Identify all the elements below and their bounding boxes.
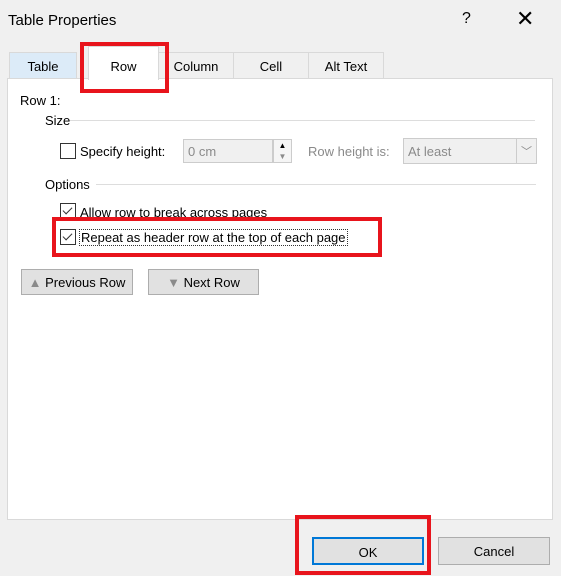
allow-break-checkbox[interactable] bbox=[60, 203, 76, 219]
height-spinner[interactable]: ▲ ▼ bbox=[273, 139, 292, 163]
specify-height-checkbox[interactable] bbox=[60, 143, 76, 159]
previous-row-button[interactable]: ▲ Previous Row bbox=[21, 269, 133, 295]
dialog-title: Table Properties bbox=[8, 12, 117, 29]
repeat-header-checkbox[interactable] bbox=[60, 229, 76, 245]
ok-button[interactable]: OK bbox=[312, 537, 424, 565]
triangle-down-icon: ▼ bbox=[167, 275, 180, 290]
tab-cell[interactable]: Cell bbox=[233, 52, 309, 79]
divider bbox=[96, 184, 536, 185]
tab-alt-text[interactable]: Alt Text bbox=[308, 52, 384, 79]
next-row-button[interactable]: ▼ Next Row bbox=[148, 269, 259, 295]
cancel-button[interactable]: Cancel bbox=[438, 537, 550, 565]
tab-row[interactable]: Row bbox=[88, 46, 159, 80]
options-group-label: Options bbox=[45, 177, 90, 192]
close-button[interactable]: ✕ bbox=[516, 6, 534, 32]
row-heading: Row 1: bbox=[20, 93, 61, 108]
chevron-down-icon[interactable]: ﹀ bbox=[516, 139, 536, 163]
specify-height-label: Specify height: bbox=[80, 144, 166, 159]
tab-table[interactable]: Table bbox=[9, 52, 77, 79]
triangle-up-icon: ▲ bbox=[28, 275, 42, 290]
help-button[interactable]: ? bbox=[462, 10, 471, 28]
row-height-select[interactable]: At least ﹀ bbox=[403, 138, 537, 164]
repeat-header-label: Repeat as header row at the top of each … bbox=[79, 229, 348, 246]
allow-break-label: Allow row to break across pages bbox=[80, 205, 268, 220]
row-height-is-label: Row height is: bbox=[308, 144, 390, 159]
size-group-label: Size bbox=[45, 113, 71, 128]
height-input[interactable]: 0 cm bbox=[183, 139, 273, 163]
divider bbox=[70, 120, 535, 121]
spin-up-icon[interactable]: ▲ bbox=[274, 140, 291, 151]
spin-down-icon[interactable]: ▼ bbox=[274, 151, 291, 162]
tab-column[interactable]: Column bbox=[158, 52, 234, 79]
